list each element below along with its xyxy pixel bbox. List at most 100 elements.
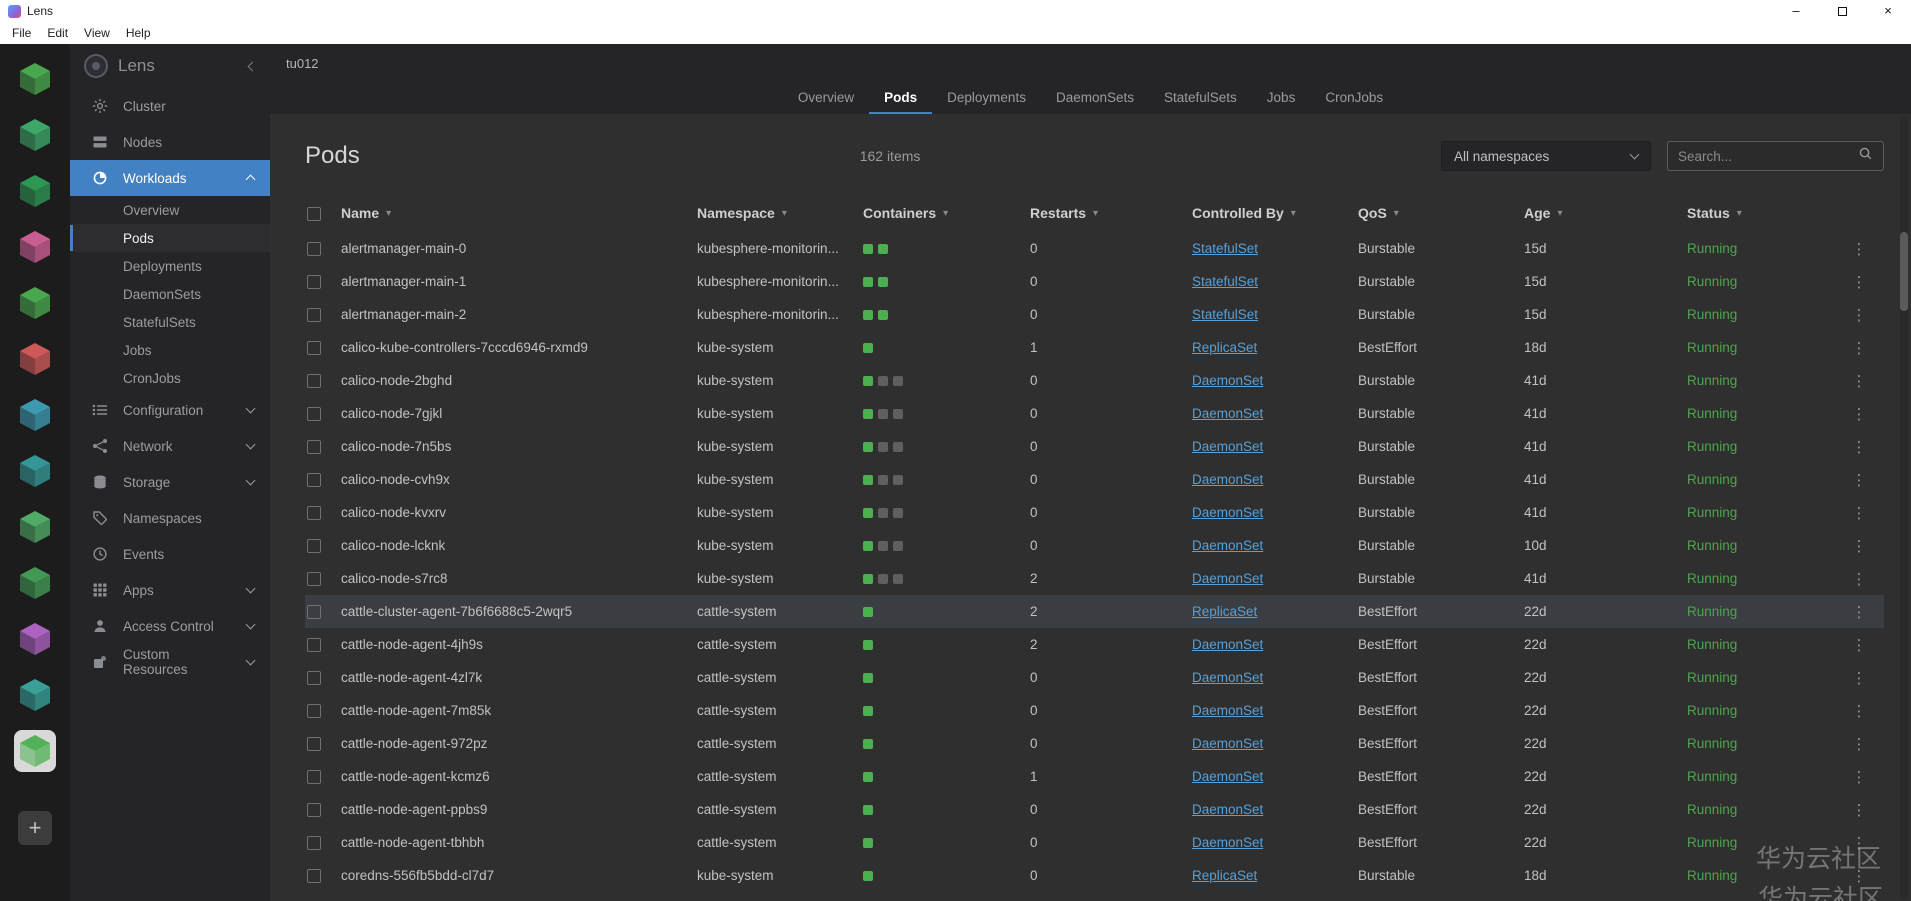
table-row[interactable]: calico-node-s7rc8kube-system2DaemonSetBu… — [305, 562, 1884, 595]
menu-edit[interactable]: Edit — [39, 24, 76, 42]
table-row[interactable]: calico-kube-controllers-7cccd6946-rxmd9k… — [305, 331, 1884, 364]
column-header-name[interactable]: Name▾ — [341, 205, 697, 221]
row-menu-button[interactable]: ⋮ — [1852, 835, 1867, 852]
row-menu-button[interactable]: ⋮ — [1852, 571, 1867, 588]
controlled-by-link[interactable]: DaemonSet — [1192, 472, 1263, 487]
table-row[interactable]: alertmanager-main-2kubesphere-monitorin.… — [305, 298, 1884, 331]
table-row[interactable]: cattle-node-agent-972pzcattle-system0Dae… — [305, 727, 1884, 760]
row-menu-button[interactable]: ⋮ — [1852, 736, 1867, 753]
sidebar-collapse-button[interactable] — [249, 63, 256, 70]
controlled-by-link[interactable]: StatefulSet — [1192, 307, 1258, 322]
controlled-by-link[interactable]: DaemonSet — [1192, 406, 1263, 421]
column-header-controlled-by[interactable]: Controlled By▾ — [1192, 205, 1358, 221]
controlled-by-link[interactable]: StatefulSet — [1192, 274, 1258, 289]
minimize-button[interactable]: – — [1773, 0, 1819, 22]
row-checkbox[interactable] — [307, 869, 321, 883]
row-checkbox[interactable] — [307, 605, 321, 619]
search-input[interactable] — [1678, 149, 1858, 164]
row-menu-button[interactable]: ⋮ — [1852, 604, 1867, 621]
cluster-icon[interactable] — [14, 394, 56, 436]
add-cluster-button[interactable]: + — [18, 811, 52, 845]
table-row[interactable]: cattle-node-agent-ppbs9cattle-system0Dae… — [305, 793, 1884, 826]
maximize-button[interactable] — [1819, 0, 1865, 22]
namespace-filter-select[interactable]: All namespaces — [1441, 141, 1651, 171]
sidebar-item-namespaces[interactable]: Namespaces — [70, 500, 270, 536]
tab-overview[interactable]: Overview — [783, 83, 869, 114]
row-checkbox[interactable] — [307, 704, 321, 718]
cluster-icon[interactable] — [14, 226, 56, 268]
sidebar-item-overview[interactable]: Overview — [70, 196, 270, 224]
close-button[interactable]: × — [1865, 0, 1911, 22]
row-checkbox[interactable] — [307, 374, 321, 388]
row-menu-button[interactable]: ⋮ — [1852, 340, 1867, 357]
controlled-by-link[interactable]: DaemonSet — [1192, 769, 1263, 784]
table-row[interactable]: calico-node-kvxrvkube-system0DaemonSetBu… — [305, 496, 1884, 529]
tab-statefulsets[interactable]: StatefulSets — [1149, 83, 1252, 114]
row-checkbox[interactable] — [307, 275, 321, 289]
cluster-icon[interactable] — [14, 674, 56, 716]
controlled-by-link[interactable]: ReplicaSet — [1192, 340, 1257, 355]
row-menu-button[interactable]: ⋮ — [1852, 439, 1867, 456]
cluster-icon[interactable] — [14, 506, 56, 548]
sidebar-item-cronjobs[interactable]: CronJobs — [70, 364, 270, 392]
sidebar-item-custom-resources[interactable]: Custom Resources — [70, 644, 270, 680]
column-header-status[interactable]: Status▾ — [1687, 205, 1844, 221]
row-checkbox[interactable] — [307, 638, 321, 652]
row-menu-button[interactable]: ⋮ — [1852, 241, 1867, 258]
sidebar-item-events[interactable]: Events — [70, 536, 270, 572]
row-menu-button[interactable]: ⋮ — [1852, 472, 1867, 489]
table-row[interactable]: calico-node-7gjklkube-system0DaemonSetBu… — [305, 397, 1884, 430]
row-menu-button[interactable]: ⋮ — [1852, 307, 1867, 324]
controlled-by-link[interactable]: ReplicaSet — [1192, 868, 1257, 883]
row-menu-button[interactable]: ⋮ — [1852, 373, 1867, 390]
row-checkbox[interactable] — [307, 572, 321, 586]
table-row[interactable]: cattle-node-agent-4jh9scattle-system2Dae… — [305, 628, 1884, 661]
table-row[interactable]: coredns-556fb5bdd-cl7d7kube-system0Repli… — [305, 859, 1884, 892]
tab-jobs[interactable]: Jobs — [1252, 83, 1311, 114]
controlled-by-link[interactable]: DaemonSet — [1192, 571, 1263, 586]
row-menu-button[interactable]: ⋮ — [1852, 670, 1867, 687]
menu-file[interactable]: File — [4, 24, 39, 42]
cluster-icon[interactable] — [14, 618, 56, 660]
row-checkbox[interactable] — [307, 803, 321, 817]
row-menu-button[interactable]: ⋮ — [1852, 406, 1867, 423]
tab-deployments[interactable]: Deployments — [932, 83, 1041, 114]
table-row[interactable]: alertmanager-main-1kubesphere-monitorin.… — [305, 265, 1884, 298]
select-all-checkbox[interactable] — [307, 207, 321, 221]
row-checkbox[interactable] — [307, 242, 321, 256]
row-checkbox[interactable] — [307, 836, 321, 850]
controlled-by-link[interactable]: DaemonSet — [1192, 637, 1263, 652]
column-header-age[interactable]: Age▾ — [1524, 205, 1687, 221]
sidebar-item-deployments[interactable]: Deployments — [70, 252, 270, 280]
table-row[interactable]: calico-node-7n5bskube-system0DaemonSetBu… — [305, 430, 1884, 463]
column-header-qos[interactable]: QoS▾ — [1358, 205, 1524, 221]
cluster-icon[interactable] — [14, 114, 56, 156]
row-menu-button[interactable]: ⋮ — [1852, 274, 1867, 291]
row-checkbox[interactable] — [307, 407, 321, 421]
sidebar-item-workloads[interactable]: Workloads — [70, 160, 270, 196]
cluster-icon[interactable] — [14, 58, 56, 100]
controlled-by-link[interactable]: DaemonSet — [1192, 670, 1263, 685]
table-row[interactable]: cattle-node-agent-7m85kcattle-system0Dae… — [305, 694, 1884, 727]
row-menu-button[interactable]: ⋮ — [1852, 802, 1867, 819]
row-menu-button[interactable]: ⋮ — [1852, 538, 1867, 555]
tab-pods[interactable]: Pods — [869, 83, 932, 114]
table-row[interactable]: calico-node-lcknkkube-system0DaemonSetBu… — [305, 529, 1884, 562]
column-header-namespace[interactable]: Namespace▾ — [697, 205, 863, 221]
table-row[interactable]: cattle-cluster-agent-7b6f6688c5-2wqr5cat… — [305, 595, 1884, 628]
sidebar-item-configuration[interactable]: Configuration — [70, 392, 270, 428]
controlled-by-link[interactable]: DaemonSet — [1192, 373, 1263, 388]
cluster-icon-active[interactable] — [14, 730, 56, 772]
row-checkbox[interactable] — [307, 440, 321, 454]
table-row[interactable]: calico-node-cvh9xkube-system0DaemonSetBu… — [305, 463, 1884, 496]
row-checkbox[interactable] — [307, 671, 321, 685]
row-checkbox[interactable] — [307, 341, 321, 355]
cluster-icon[interactable] — [14, 450, 56, 492]
row-checkbox[interactable] — [307, 308, 321, 322]
column-header-containers[interactable]: Containers▾ — [863, 205, 1030, 221]
sidebar-item-storage[interactable]: Storage — [70, 464, 270, 500]
tab-daemonsets[interactable]: DaemonSets — [1041, 83, 1149, 114]
controlled-by-link[interactable]: StatefulSet — [1192, 241, 1258, 256]
cluster-icon[interactable] — [14, 338, 56, 380]
controlled-by-link[interactable]: DaemonSet — [1192, 835, 1263, 850]
